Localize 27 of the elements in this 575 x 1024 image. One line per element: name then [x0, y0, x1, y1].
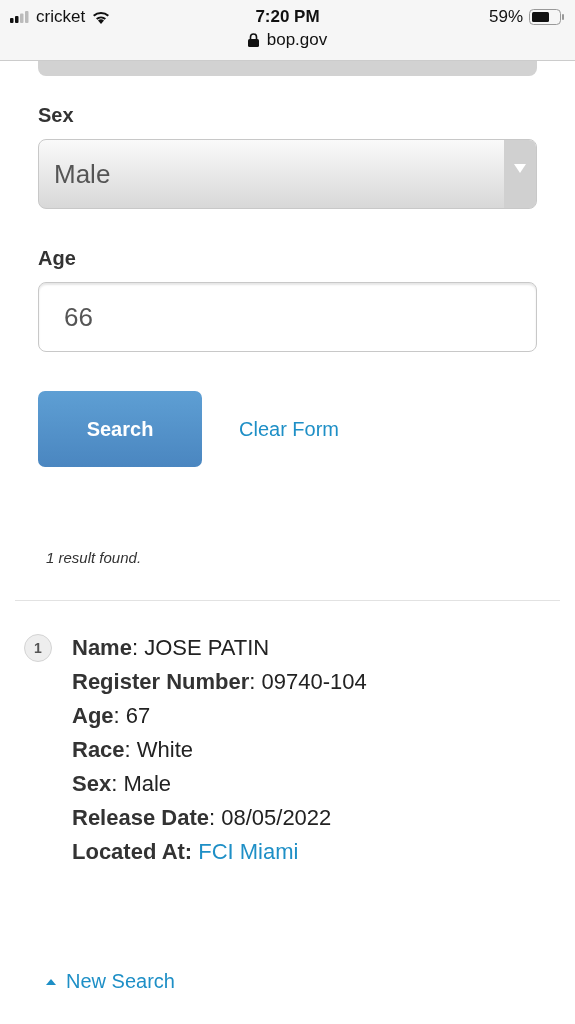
result-number: 1: [24, 634, 52, 662]
age-input[interactable]: 66: [38, 282, 537, 352]
battery-percent: 59%: [488, 7, 523, 27]
field-label: Sex: [38, 104, 75, 127]
result-count: 1 result found.: [46, 549, 143, 566]
battery-icon: [529, 9, 565, 25]
clock-time: 7:20 PM: [255, 7, 320, 27]
signal-icon: [10, 11, 30, 23]
location-link[interactable]: FCI Miami: [198, 835, 299, 869]
page-url: bop.gov: [266, 30, 328, 50]
result-field: Register Number: 09740-104: [72, 665, 367, 699]
result-field: Age: 67: [72, 699, 367, 733]
result-field: Release Date: 08/05/2022: [72, 801, 367, 835]
sex-select[interactable]: Male: [38, 139, 537, 209]
result-field: Name: JOSE PATIN: [72, 631, 367, 665]
carrier-name: cricket: [36, 7, 86, 27]
field-label: Located At:: [72, 838, 193, 866]
search-button[interactable]: Search: [38, 391, 202, 467]
result-field: Race: White: [72, 733, 367, 767]
clear-form-link[interactable]: Clear Form: [239, 417, 339, 441]
caret-up-icon: [46, 978, 56, 985]
caret-down-icon: [514, 164, 526, 173]
new-search-link[interactable]: New Search: [66, 970, 175, 993]
lock-icon: [247, 33, 259, 47]
wifi-icon: [91, 10, 112, 24]
field-label: Age: [38, 247, 77, 270]
result-field: Sex: Male: [72, 767, 367, 801]
